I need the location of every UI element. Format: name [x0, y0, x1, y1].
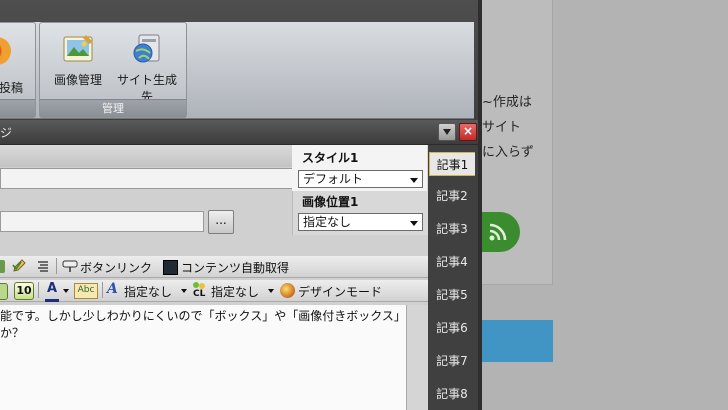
font-size-10-button[interactable]: 10 — [14, 282, 34, 300]
article-window-title: ジ — [0, 126, 13, 140]
article-window-titlebar: ジ — [0, 120, 478, 145]
palette-icon — [280, 283, 295, 298]
article-tab-5[interactable]: 記事5 — [429, 283, 475, 307]
font-size-icon[interactable] — [0, 283, 8, 300]
toolbar-separator — [56, 258, 57, 274]
article-tab-4[interactable]: 記事4 — [429, 250, 475, 274]
design-mode-button[interactable]: デザインモード — [298, 283, 382, 300]
format-icon[interactable] — [0, 260, 5, 273]
content-fetch-icon — [163, 260, 178, 275]
chevron-down-icon — [410, 178, 418, 183]
editor-text-line-1: 能です。しかし少しわかりにくいので「ボックス」や「画像付きボックス」などの装 — [0, 309, 454, 323]
clear-cl-label: CL — [193, 289, 206, 299]
article-body-editor[interactable]: 能です。しかし少しわかりにくいので「ボックス」や「画像付きボックス」などの装 か… — [0, 305, 454, 410]
background-blue-button[interactable] — [482, 320, 553, 362]
globe-computer-icon — [129, 31, 165, 67]
toolbar-separator — [102, 282, 103, 298]
editor-text-line-2: か？ — [0, 326, 25, 340]
article-tab-1[interactable]: 記事1 — [429, 152, 475, 176]
dropdown-menu-button[interactable] — [438, 123, 456, 141]
button-link-icon — [62, 259, 78, 273]
triangle-down-icon — [443, 129, 451, 135]
background-text-line-3: に入らず — [482, 145, 534, 160]
image-position-select-value: 指定なし — [303, 215, 352, 229]
close-icon: × — [462, 124, 474, 138]
content-auto-fetch-button[interactable]: コンテンツ自動取得 — [181, 259, 289, 276]
image-position-select[interactable]: 指定なし — [298, 213, 423, 231]
editor-toolbar-2: 10 A Abc A 指定なし CL 指定なし デザインモード — [0, 280, 428, 302]
font-color-icon[interactable]: A — [45, 281, 59, 302]
font-family-select[interactable]: 指定なし — [124, 283, 172, 300]
font-family-icon: A — [107, 281, 118, 297]
image-manage-icon — [60, 31, 96, 67]
article-tab-8[interactable]: 記事8 — [429, 382, 475, 406]
style-label: スタイル1 — [302, 151, 359, 165]
path-input[interactable] — [0, 211, 204, 232]
chevron-down-icon[interactable] — [63, 289, 69, 293]
window-edge — [478, 0, 482, 410]
pencil-check-icon[interactable] — [12, 259, 26, 273]
post-button-label: 投稿 — [0, 81, 23, 95]
ribbon-group-manage-label: 管理 — [40, 99, 186, 117]
highlight-abc-icon[interactable]: Abc — [74, 283, 98, 299]
ribbon-group-manage: 画像管理 サイト生成先 管理 — [39, 22, 187, 118]
style-select-value: デフォルト — [303, 172, 364, 186]
article-tab-6[interactable]: 記事6 — [429, 316, 475, 340]
article-tab-3[interactable]: 記事3 — [429, 217, 475, 241]
close-button[interactable]: × — [459, 123, 477, 141]
editor-vertical-scrollbar[interactable] — [406, 305, 429, 410]
article-tab-2[interactable]: 記事2 — [429, 184, 475, 208]
image-position-label: 画像位置1 — [302, 195, 359, 209]
toolbar-separator — [38, 282, 39, 298]
color-select[interactable]: 指定なし — [211, 283, 259, 300]
ribbon-group-post-label — [0, 99, 35, 117]
site-output-button[interactable]: サイト生成先 — [112, 31, 182, 105]
image-manage-button[interactable]: 画像管理 — [46, 31, 110, 88]
editor-toolbar-1: ボタンリンク コンテンツ自動取得 — [0, 256, 428, 278]
align-list-icon[interactable] — [36, 259, 50, 273]
background-text-line-1: ~作成は — [482, 95, 532, 110]
color-clear-icon: CL — [191, 281, 207, 299]
button-link-button[interactable]: ボタンリンク — [80, 259, 152, 276]
chevron-down-icon[interactable] — [181, 289, 187, 293]
image-manage-label: 画像管理 — [53, 73, 102, 87]
ribbon-group-post: 投稿 — [0, 22, 36, 118]
background-text-line-2: サイト — [482, 120, 522, 135]
post-button[interactable]: 投稿 — [0, 79, 27, 96]
style-select[interactable]: デフォルト — [298, 170, 423, 188]
article-tabs: 記事1 記事2 記事3 記事4 記事5 記事6 記事7 記事8 — [428, 145, 478, 410]
chevron-down-icon[interactable] — [268, 289, 274, 293]
browse-button[interactable]: ... — [208, 210, 234, 234]
chevron-down-icon — [410, 221, 418, 226]
article-tab-7[interactable]: 記事7 — [429, 349, 475, 373]
clock-icon — [0, 37, 11, 65]
